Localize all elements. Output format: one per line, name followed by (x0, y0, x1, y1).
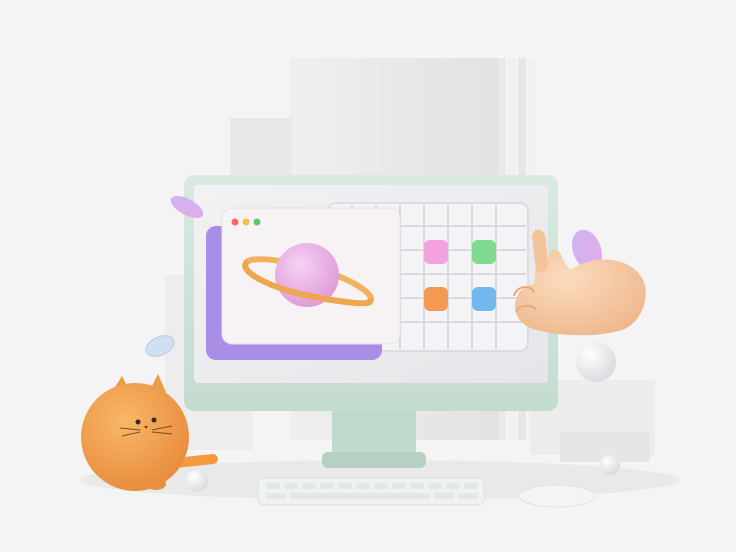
window-traffic-light-icon (231, 218, 261, 226)
window-card (221, 207, 401, 345)
bubble-right-large (576, 342, 616, 382)
keyboard (257, 477, 485, 506)
tile-pink (424, 240, 448, 264)
bubble-left-small (186, 470, 208, 492)
mouse (518, 484, 596, 508)
illustration-scene (80, 58, 680, 508)
tile-blue (472, 287, 496, 311)
tile-green (472, 240, 496, 264)
bubble-right-small (600, 455, 620, 475)
tile-orange (424, 287, 448, 311)
monitor-stand (322, 408, 426, 468)
